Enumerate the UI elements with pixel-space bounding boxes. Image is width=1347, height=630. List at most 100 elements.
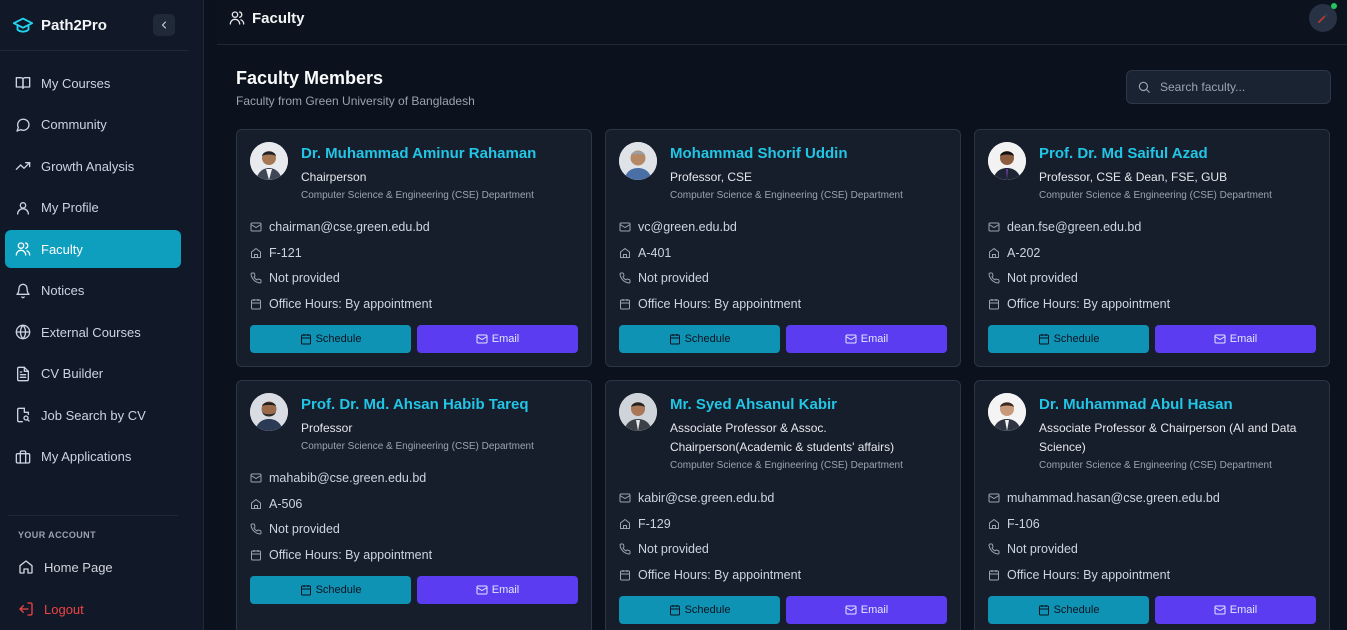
calendar-icon [250, 298, 262, 310]
faculty-room: A-506 [269, 496, 303, 511]
home-icon [18, 559, 34, 575]
faculty-email[interactable]: muhammad.hasan@cse.green.edu.bd [1007, 491, 1220, 505]
faculty-email[interactable]: vc@green.edu.bd [638, 220, 737, 234]
phone-row: Not provided [988, 536, 1220, 562]
sidebar-item-my-courses[interactable]: My Courses [5, 64, 181, 102]
email-button[interactable]: Email [1155, 325, 1316, 353]
schedule-button[interactable]: Schedule [988, 596, 1149, 624]
sidebar-item-growth-analysis[interactable]: Growth Analysis [5, 147, 181, 185]
hours-row: Office Hours: By appointment [250, 291, 432, 317]
mail-icon [988, 221, 1000, 233]
home-page-link[interactable]: Home Page [18, 556, 113, 578]
card-actions: Schedule Email [250, 325, 578, 353]
avatar-icon [1316, 11, 1330, 25]
divider [0, 50, 188, 51]
sidebar-item-label: Faculty [41, 241, 83, 257]
page-title: Faculty Members [236, 68, 384, 88]
schedule-button[interactable]: Schedule [619, 325, 780, 353]
faculty-card: Prof. Dr. Md. Ahsan Habib Tareq Professo… [236, 380, 592, 630]
room-row: A-202 [988, 240, 1170, 266]
schedule-button[interactable]: Schedule [250, 576, 411, 604]
faculty-title: Chairperson Computer Science & Engineeri… [301, 168, 581, 204]
faculty-card: Mr. Syed Ahsanul Kabir Associate Profess… [605, 380, 961, 630]
mail-icon [619, 492, 631, 504]
faculty-name[interactable]: Dr. Muhammad Abul Hasan [1039, 396, 1233, 413]
mail-icon [476, 333, 488, 345]
faculty-info: chairman@cse.green.edu.bd F-121 Not prov… [250, 214, 432, 317]
sidebar-item-notices[interactable]: Notices [5, 272, 181, 310]
faculty-hours: Office Hours: By appointment [638, 567, 802, 582]
faculty-hours: Office Hours: By appointment [269, 547, 433, 562]
email-label: Email [491, 333, 520, 345]
account-section-label: YOUR ACCOUNT [18, 530, 96, 540]
building-icon [250, 498, 262, 510]
calendar-icon [300, 584, 312, 596]
faculty-phone: Not provided [1007, 271, 1078, 286]
faculty-position: Professor [301, 421, 353, 435]
sidebar-item-job-search[interactable]: Job Search by CV [5, 396, 181, 434]
hours-row: Office Hours: By appointment [988, 291, 1170, 317]
sidebar-item-faculty[interactable]: Faculty [5, 230, 181, 268]
faculty-name[interactable]: Prof. Dr. Md Saiful Azad [1039, 145, 1208, 162]
sidebar-item-my-applications[interactable]: My Applications [5, 438, 181, 476]
file-search-icon [15, 407, 31, 423]
phone-icon [619, 543, 631, 555]
email-button[interactable]: Email [417, 325, 578, 353]
faculty-position: Associate Professor & Chairperson (AI an… [1039, 421, 1297, 454]
faculty-position: Professor, CSE [670, 170, 753, 184]
sidebar-item-community[interactable]: Community [5, 106, 181, 144]
hours-row: Office Hours: By appointment [619, 291, 801, 317]
faculty-name[interactable]: Prof. Dr. Md. Ahsan Habib Tareq [301, 396, 529, 413]
phone-row: Not provided [988, 265, 1170, 291]
card-actions: Schedule Email [988, 325, 1316, 353]
email-label: Email [491, 584, 520, 596]
schedule-button[interactable]: Schedule [250, 325, 411, 353]
user-avatar[interactable] [1309, 3, 1337, 32]
sidebar-item-external-courses[interactable]: External Courses [5, 313, 181, 351]
mail-icon [988, 492, 1000, 504]
faculty-email[interactable]: dean.fse@green.edu.bd [1007, 220, 1141, 234]
schedule-label: Schedule [684, 604, 731, 616]
room-row: F-106 [988, 511, 1220, 537]
faculty-info: mahabib@cse.green.edu.bd A-506 Not provi… [250, 465, 432, 568]
schedule-button[interactable]: Schedule [619, 596, 780, 624]
email-button[interactable]: Email [1155, 596, 1316, 624]
faculty-photo [619, 393, 657, 431]
faculty-email[interactable]: chairman@cse.green.edu.bd [269, 220, 430, 234]
logout-button[interactable]: Logout [18, 598, 84, 620]
search-input[interactable] [1160, 80, 1320, 94]
building-icon [988, 518, 1000, 530]
faculty-name[interactable]: Mr. Syed Ahsanul Kabir [670, 396, 837, 413]
mail-icon [1214, 604, 1226, 616]
mail-icon [476, 584, 488, 596]
calendar-icon [669, 333, 681, 345]
sidebar-item-my-profile[interactable]: My Profile [5, 189, 181, 227]
room-row: F-121 [250, 240, 432, 266]
faculty-hours: Office Hours: By appointment [638, 296, 802, 311]
email-label: Email [860, 333, 889, 345]
faculty-name[interactable]: Dr. Muhammad Aminur Rahaman [301, 145, 536, 162]
trend-icon [15, 158, 31, 174]
calendar-icon [1038, 604, 1050, 616]
sidebar-item-cv-builder[interactable]: CV Builder [5, 355, 181, 393]
faculty-email[interactable]: kabir@cse.green.edu.bd [638, 491, 774, 505]
faculty-department: Computer Science & Engineering (CSE) Dep… [1039, 460, 1272, 471]
faculty-email[interactable]: mahabib@cse.green.edu.bd [269, 471, 426, 485]
faculty-name[interactable]: Mohammad Shorif Uddin [670, 145, 848, 162]
email-row: vc@green.edu.bd [619, 214, 801, 240]
schedule-button[interactable]: Schedule [988, 325, 1149, 353]
faculty-room: A-401 [638, 245, 672, 260]
faculty-phone: Not provided [638, 271, 709, 286]
phone-row: Not provided [619, 536, 801, 562]
search-box[interactable] [1126, 70, 1331, 104]
email-button[interactable]: Email [786, 596, 947, 624]
email-button[interactable]: Email [417, 576, 578, 604]
mail-icon [250, 472, 262, 484]
email-button[interactable]: Email [786, 325, 947, 353]
faculty-room: F-106 [1007, 516, 1040, 531]
faculty-card: Dr. Muhammad Aminur Rahaman Chairperson … [236, 129, 592, 367]
faculty-info: kabir@cse.green.edu.bd F-129 Not provide… [619, 485, 801, 588]
collapse-sidebar-button[interactable] [153, 14, 175, 36]
card-actions: Schedule Email [250, 576, 578, 604]
faculty-card: Prof. Dr. Md Saiful Azad Professor, CSE … [974, 129, 1330, 367]
